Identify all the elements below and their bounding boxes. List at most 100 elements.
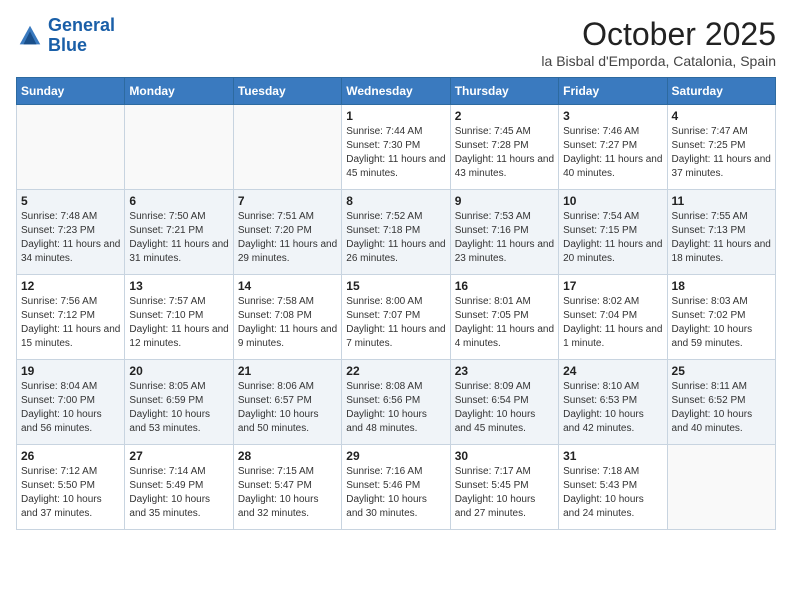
day-info: Sunrise: 7:48 AM Sunset: 7:23 PM Dayligh… <box>21 210 120 266</box>
day-cell <box>233 105 341 190</box>
day-cell: 2Sunrise: 7:45 AM Sunset: 7:28 PM Daylig… <box>450 105 558 190</box>
day-info: Sunrise: 7:12 AM Sunset: 5:50 PM Dayligh… <box>21 465 120 521</box>
day-cell: 20Sunrise: 8:05 AM Sunset: 6:59 PM Dayli… <box>125 360 233 445</box>
day-info: Sunrise: 8:10 AM Sunset: 6:53 PM Dayligh… <box>563 380 662 436</box>
logo: General Blue <box>16 16 115 56</box>
day-cell: 9 Sunrise: 7:53 AM Sunset: 7:16 PM Daylig… <box>450 190 558 275</box>
day-info: Sunrise: 8:06 AM Sunset: 6:57 PM Dayligh… <box>238 380 337 436</box>
day-number: 6 <box>129 194 228 208</box>
day-cell: 29Sunrise: 7:16 AM Sunset: 5:46 PM Dayli… <box>342 445 450 530</box>
day-number: 22 <box>346 364 445 378</box>
day-cell: 6Sunrise: 7:50 AM Sunset: 7:21 PM Daylig… <box>125 190 233 275</box>
week-row-1: 1 Sunrise: 7:44 AM Sunset: 7:30 PM Daylig… <box>17 105 776 190</box>
day-cell: 5 Sunrise: 7:48 AM Sunset: 7:23 PM Daylig… <box>17 190 125 275</box>
day-cell: 26 Sunrise: 7:12 AM Sunset: 5:50 PM Dayli… <box>17 445 125 530</box>
day-number: 4 <box>672 109 771 123</box>
day-number: 5 <box>21 194 120 208</box>
calendar-table: SundayMondayTuesdayWednesdayThursdayFrid… <box>16 77 776 530</box>
day-cell: 27Sunrise: 7:14 AM Sunset: 5:49 PM Dayli… <box>125 445 233 530</box>
day-info: Sunrise: 7:51 AM Sunset: 7:20 PM Dayligh… <box>238 210 337 266</box>
day-info: Sunrise: 8:05 AM Sunset: 6:59 PM Dayligh… <box>129 380 228 436</box>
week-row-5: 26 Sunrise: 7:12 AM Sunset: 5:50 PM Dayli… <box>17 445 776 530</box>
day-number: 9 <box>455 194 554 208</box>
day-info: Sunrise: 8:09 AM Sunset: 6:54 PM Dayligh… <box>455 380 554 436</box>
weekday-header-wednesday: Wednesday <box>342 78 450 105</box>
day-number: 8 <box>346 194 445 208</box>
day-number: 24 <box>563 364 662 378</box>
day-cell: 1 Sunrise: 7:44 AM Sunset: 7:30 PM Daylig… <box>342 105 450 190</box>
logo-text: General Blue <box>48 16 115 56</box>
day-info: Sunrise: 8:01 AM Sunset: 7:05 PM Dayligh… <box>455 295 554 351</box>
day-number: 11 <box>672 194 771 208</box>
day-cell: 21Sunrise: 8:06 AM Sunset: 6:57 PM Dayli… <box>233 360 341 445</box>
weekday-header-saturday: Saturday <box>667 78 775 105</box>
day-number: 12 <box>21 279 120 293</box>
day-number: 7 <box>238 194 337 208</box>
day-info: Sunrise: 7:17 AM Sunset: 5:45 PM Dayligh… <box>455 465 554 521</box>
day-info: Sunrise: 8:11 AM Sunset: 6:52 PM Dayligh… <box>672 380 771 436</box>
day-cell: 3Sunrise: 7:46 AM Sunset: 7:27 PM Daylig… <box>559 105 667 190</box>
weekday-header-tuesday: Tuesday <box>233 78 341 105</box>
day-cell: 18Sunrise: 8:03 AM Sunset: 7:02 PM Dayli… <box>667 275 775 360</box>
title-block: October 2025 la Bisbal d'Emporda, Catalo… <box>541 16 776 69</box>
weekday-header-friday: Friday <box>559 78 667 105</box>
day-cell: 7 Sunrise: 7:51 AM Sunset: 7:20 PM Daylig… <box>233 190 341 275</box>
day-number: 13 <box>129 279 228 293</box>
day-number: 16 <box>455 279 554 293</box>
day-number: 31 <box>563 449 662 463</box>
day-number: 28 <box>238 449 337 463</box>
day-info: Sunrise: 7:47 AM Sunset: 7:25 PM Dayligh… <box>672 125 771 181</box>
day-cell <box>667 445 775 530</box>
day-cell: 17 Sunrise: 8:02 AM Sunset: 7:04 PM Dayli… <box>559 275 667 360</box>
day-number: 1 <box>346 109 445 123</box>
week-row-4: 19 Sunrise: 8:04 AM Sunset: 7:00 PM Dayli… <box>17 360 776 445</box>
day-info: Sunrise: 7:58 AM Sunset: 7:08 PM Dayligh… <box>238 295 337 351</box>
day-number: 19 <box>21 364 120 378</box>
page-header: General Blue October 2025 la Bisbal d'Em… <box>16 16 776 69</box>
day-info: Sunrise: 7:18 AM Sunset: 5:43 PM Dayligh… <box>563 465 662 521</box>
logo-icon <box>16 22 44 50</box>
day-number: 30 <box>455 449 554 463</box>
day-number: 17 <box>563 279 662 293</box>
day-number: 3 <box>563 109 662 123</box>
day-cell: 16 Sunrise: 8:01 AM Sunset: 7:05 PM Dayli… <box>450 275 558 360</box>
day-cell: 8Sunrise: 7:52 AM Sunset: 7:18 PM Daylig… <box>342 190 450 275</box>
weekday-header-sunday: Sunday <box>17 78 125 105</box>
day-info: Sunrise: 8:00 AM Sunset: 7:07 PM Dayligh… <box>346 295 445 351</box>
day-cell: 11 Sunrise: 7:55 AM Sunset: 7:13 PM Dayli… <box>667 190 775 275</box>
day-number: 14 <box>238 279 337 293</box>
day-cell: 13Sunrise: 7:57 AM Sunset: 7:10 PM Dayli… <box>125 275 233 360</box>
day-info: Sunrise: 8:04 AM Sunset: 7:00 PM Dayligh… <box>21 380 120 436</box>
day-cell: 12 Sunrise: 7:56 AM Sunset: 7:12 PM Dayli… <box>17 275 125 360</box>
weekday-header-thursday: Thursday <box>450 78 558 105</box>
day-number: 29 <box>346 449 445 463</box>
day-info: Sunrise: 7:44 AM Sunset: 7:30 PM Dayligh… <box>346 125 445 181</box>
weekday-header-monday: Monday <box>125 78 233 105</box>
day-cell: 15 Sunrise: 8:00 AM Sunset: 7:07 PM Dayli… <box>342 275 450 360</box>
day-info: Sunrise: 8:03 AM Sunset: 7:02 PM Dayligh… <box>672 295 771 351</box>
day-info: Sunrise: 7:56 AM Sunset: 7:12 PM Dayligh… <box>21 295 120 351</box>
day-cell: 24 Sunrise: 8:10 AM Sunset: 6:53 PM Dayli… <box>559 360 667 445</box>
day-number: 23 <box>455 364 554 378</box>
day-number: 27 <box>129 449 228 463</box>
logo-line2: Blue <box>48 36 115 56</box>
day-info: Sunrise: 7:55 AM Sunset: 7:13 PM Dayligh… <box>672 210 771 266</box>
day-number: 10 <box>563 194 662 208</box>
month-title: October 2025 <box>541 16 776 53</box>
day-cell: 30 Sunrise: 7:17 AM Sunset: 5:45 PM Dayli… <box>450 445 558 530</box>
day-number: 26 <box>21 449 120 463</box>
day-info: Sunrise: 8:08 AM Sunset: 6:56 PM Dayligh… <box>346 380 445 436</box>
day-cell: 23 Sunrise: 8:09 AM Sunset: 6:54 PM Dayli… <box>450 360 558 445</box>
day-number: 15 <box>346 279 445 293</box>
day-info: Sunrise: 7:53 AM Sunset: 7:16 PM Dayligh… <box>455 210 554 266</box>
day-number: 25 <box>672 364 771 378</box>
day-cell: 14 Sunrise: 7:58 AM Sunset: 7:08 PM Dayli… <box>233 275 341 360</box>
weekday-header-row: SundayMondayTuesdayWednesdayThursdayFrid… <box>17 78 776 105</box>
day-cell: 31 Sunrise: 7:18 AM Sunset: 5:43 PM Dayli… <box>559 445 667 530</box>
day-cell <box>125 105 233 190</box>
day-info: Sunrise: 8:02 AM Sunset: 7:04 PM Dayligh… <box>563 295 662 351</box>
day-cell: 25 Sunrise: 8:11 AM Sunset: 6:52 PM Dayli… <box>667 360 775 445</box>
location: la Bisbal d'Emporda, Catalonia, Spain <box>541 53 776 69</box>
day-cell: 10 Sunrise: 7:54 AM Sunset: 7:15 PM Dayli… <box>559 190 667 275</box>
day-info: Sunrise: 7:54 AM Sunset: 7:15 PM Dayligh… <box>563 210 662 266</box>
